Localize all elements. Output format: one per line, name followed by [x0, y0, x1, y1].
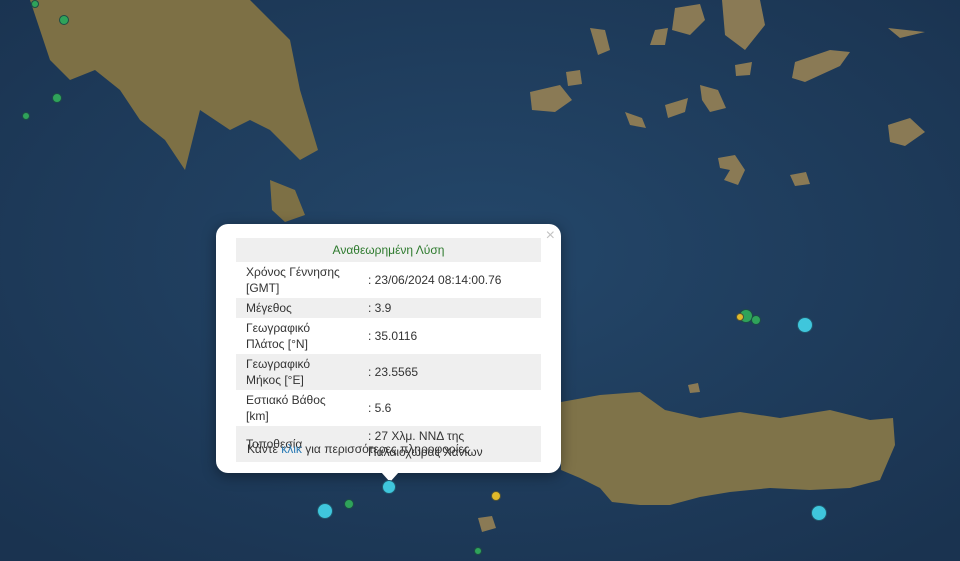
row-value-depth: : 5.6	[368, 401, 392, 415]
earthquake-marker[interactable]	[317, 503, 333, 519]
earthquake-marker[interactable]	[22, 112, 30, 120]
land-island	[566, 70, 582, 86]
earthquake-marker[interactable]	[811, 505, 827, 521]
table-row: Εστιακό Βάθος [km] : 5.6	[236, 390, 541, 426]
earthquake-popup: × Αναθεωρημένη Λύση Χρόνος Γέννησης [GMT…	[216, 224, 561, 473]
row-label-latitude: Γεωγραφικό Πλάτος [°N]	[246, 321, 311, 351]
table-row: Γεωγραφικό Μήκος [°E] : 23.5565	[236, 354, 541, 390]
row-label-origin-time: Χρόνος Γέννησης [GMT]	[246, 265, 340, 295]
row-value-origin-time: : 23/06/2024 08:14:00.76	[368, 273, 502, 287]
more-info-link[interactable]: κλικ	[281, 442, 302, 456]
earthquake-marker[interactable]	[31, 0, 39, 8]
table-row: Μέγεθος : 3.9	[236, 298, 541, 318]
footer-text-pre: Κάντε	[247, 442, 278, 456]
earthquake-marker-selected[interactable]	[382, 480, 396, 494]
earthquake-details-table: Αναθεωρημένη Λύση Χρόνος Γέννησης [GMT] …	[236, 238, 541, 462]
earthquake-marker[interactable]	[59, 15, 69, 25]
earthquake-marker[interactable]	[52, 93, 62, 103]
footer-text-post: για περισσότερες πληροφορίες	[305, 442, 470, 456]
row-value-latitude: : 35.0116	[368, 329, 418, 343]
row-value-longitude: : 23.5565	[358, 354, 541, 390]
table-row: Γεωγραφικό Πλάτος [°N] : 35.0116	[236, 318, 541, 354]
earthquake-marker[interactable]	[797, 317, 813, 333]
row-label-magnitude: Μέγεθος	[236, 298, 358, 318]
popup-footer: Κάντε κλικ για περισσότερες πληροφορίες	[247, 442, 470, 456]
row-value-magnitude: : 3.9	[358, 298, 541, 318]
earthquake-marker[interactable]	[474, 547, 482, 555]
earthquake-marker[interactable]	[736, 313, 744, 321]
earthquake-marker[interactable]	[751, 315, 761, 325]
popup-title: Αναθεωρημένη Λύση	[236, 238, 541, 262]
earthquake-marker[interactable]	[344, 499, 354, 509]
earthquake-marker[interactable]	[491, 491, 501, 501]
table-row: Χρόνος Γέννησης [GMT] : 23/06/2024 08:14…	[236, 262, 541, 298]
row-label-depth: Εστιακό Βάθος [km]	[246, 393, 326, 423]
close-icon[interactable]: ×	[546, 227, 555, 245]
row-label-longitude: Γεωγραφικό Μήκος [°E]	[236, 354, 358, 390]
